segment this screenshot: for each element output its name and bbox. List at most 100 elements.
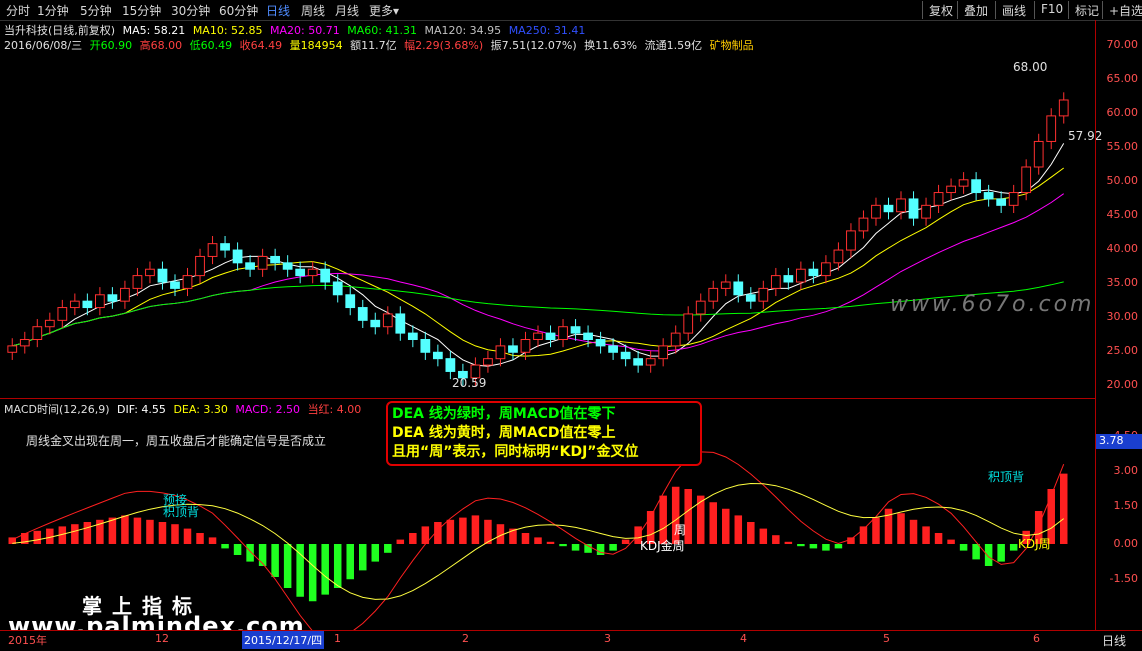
candle[interactable]	[357, 307, 368, 321]
candle[interactable]	[570, 326, 581, 334]
tab-weekly[interactable]: 周线	[301, 2, 325, 19]
candle[interactable]	[69, 300, 80, 309]
candle[interactable]	[608, 345, 618, 353]
candle[interactable]	[720, 281, 731, 289]
period-indicator[interactable]: 日线	[1102, 632, 1126, 649]
candle[interactable]	[645, 358, 656, 366]
candle[interactable]	[695, 300, 706, 315]
candle[interactable]	[420, 339, 431, 353]
candle[interactable]	[858, 217, 869, 232]
candle[interactable]	[307, 268, 318, 277]
candle[interactable]	[683, 313, 694, 334]
candle[interactable]	[745, 294, 756, 302]
candle[interactable]	[595, 339, 606, 347]
candle[interactable]	[983, 192, 994, 200]
candle[interactable]	[533, 332, 543, 341]
candle[interactable]	[295, 268, 306, 277]
candle[interactable]	[958, 179, 969, 187]
candle[interactable]	[545, 332, 556, 341]
tab-60min[interactable]: 60分钟	[219, 2, 258, 19]
candle[interactable]	[7, 345, 18, 353]
candle[interactable]	[445, 358, 456, 372]
candle[interactable]	[846, 230, 856, 251]
candle[interactable]	[282, 262, 293, 270]
candle[interactable]	[633, 358, 644, 366]
candle[interactable]	[82, 300, 93, 309]
candle[interactable]	[1021, 166, 1032, 194]
candle[interactable]	[620, 351, 631, 360]
candle[interactable]	[332, 281, 343, 296]
tab-monthly[interactable]: 月线	[335, 2, 359, 19]
candle[interactable]	[495, 345, 506, 360]
mark-button[interactable]: 标记	[1068, 1, 1105, 19]
candle[interactable]	[770, 275, 781, 289]
candle[interactable]	[783, 275, 794, 283]
candle[interactable]	[57, 307, 68, 321]
candle[interactable]	[182, 275, 193, 289]
overlay-button[interactable]: 叠加	[957, 1, 994, 19]
f10-button[interactable]: F10	[1034, 1, 1069, 19]
candle[interactable]	[670, 332, 681, 347]
candle[interactable]	[132, 275, 143, 289]
candle[interactable]	[821, 262, 831, 277]
candlestick-chart[interactable]	[0, 52, 1095, 397]
candle[interactable]	[1046, 115, 1057, 142]
tab-30min[interactable]: 30分钟	[171, 2, 210, 19]
candle[interactable]	[996, 198, 1007, 206]
candle[interactable]	[1008, 192, 1019, 206]
tab-daily[interactable]: 日线	[266, 2, 290, 19]
candle[interactable]	[808, 268, 819, 277]
candle[interactable]	[107, 294, 118, 302]
tab-fenshi[interactable]: 分时	[6, 2, 30, 19]
candle[interactable]	[157, 268, 168, 283]
candle[interactable]	[508, 345, 518, 353]
candle[interactable]	[520, 339, 531, 353]
candle[interactable]	[946, 185, 956, 194]
tab-15min[interactable]: 15分钟	[122, 2, 161, 19]
candle[interactable]	[44, 319, 55, 328]
candle[interactable]	[345, 294, 356, 309]
candle[interactable]	[658, 345, 669, 360]
candle[interactable]	[971, 179, 981, 194]
candle[interactable]	[170, 281, 180, 289]
candle[interactable]	[232, 249, 243, 264]
candle[interactable]	[908, 198, 919, 219]
candle[interactable]	[1033, 140, 1044, 168]
candle[interactable]	[220, 243, 230, 251]
candle[interactable]	[32, 326, 43, 341]
candle[interactable]	[145, 268, 155, 277]
candle[interactable]	[708, 287, 719, 302]
candle[interactable]	[1058, 99, 1069, 117]
candle[interactable]	[896, 198, 906, 213]
candle[interactable]	[120, 287, 130, 302]
candle[interactable]	[95, 294, 105, 309]
tab-1min[interactable]: 1分钟	[37, 2, 69, 19]
tab-5min[interactable]: 5分钟	[80, 2, 112, 19]
candle[interactable]	[382, 313, 393, 328]
candle[interactable]	[733, 281, 744, 296]
tab-more[interactable]: 更多▾	[369, 2, 399, 19]
panel-divider[interactable]	[0, 398, 1095, 399]
candle[interactable]	[883, 204, 894, 213]
candle[interactable]	[583, 332, 593, 341]
candle[interactable]	[270, 255, 281, 264]
candle[interactable]	[320, 268, 331, 283]
candle[interactable]	[795, 268, 806, 283]
candle[interactable]	[257, 255, 268, 270]
candle[interactable]	[432, 351, 443, 360]
candle[interactable]	[558, 326, 568, 341]
candle[interactable]	[933, 192, 944, 206]
candle[interactable]	[207, 243, 218, 257]
candle[interactable]	[483, 358, 493, 366]
candle[interactable]	[833, 249, 844, 264]
candle[interactable]	[245, 262, 255, 270]
candle[interactable]	[871, 204, 881, 219]
candle[interactable]	[921, 204, 931, 219]
candle[interactable]	[395, 313, 406, 334]
candle[interactable]	[195, 255, 205, 277]
candle[interactable]	[19, 339, 30, 347]
fuquan-button[interactable]: 复权	[922, 1, 959, 19]
draw-line-button[interactable]: 画线	[995, 1, 1032, 19]
candle[interactable]	[370, 319, 381, 328]
candle[interactable]	[407, 332, 418, 341]
